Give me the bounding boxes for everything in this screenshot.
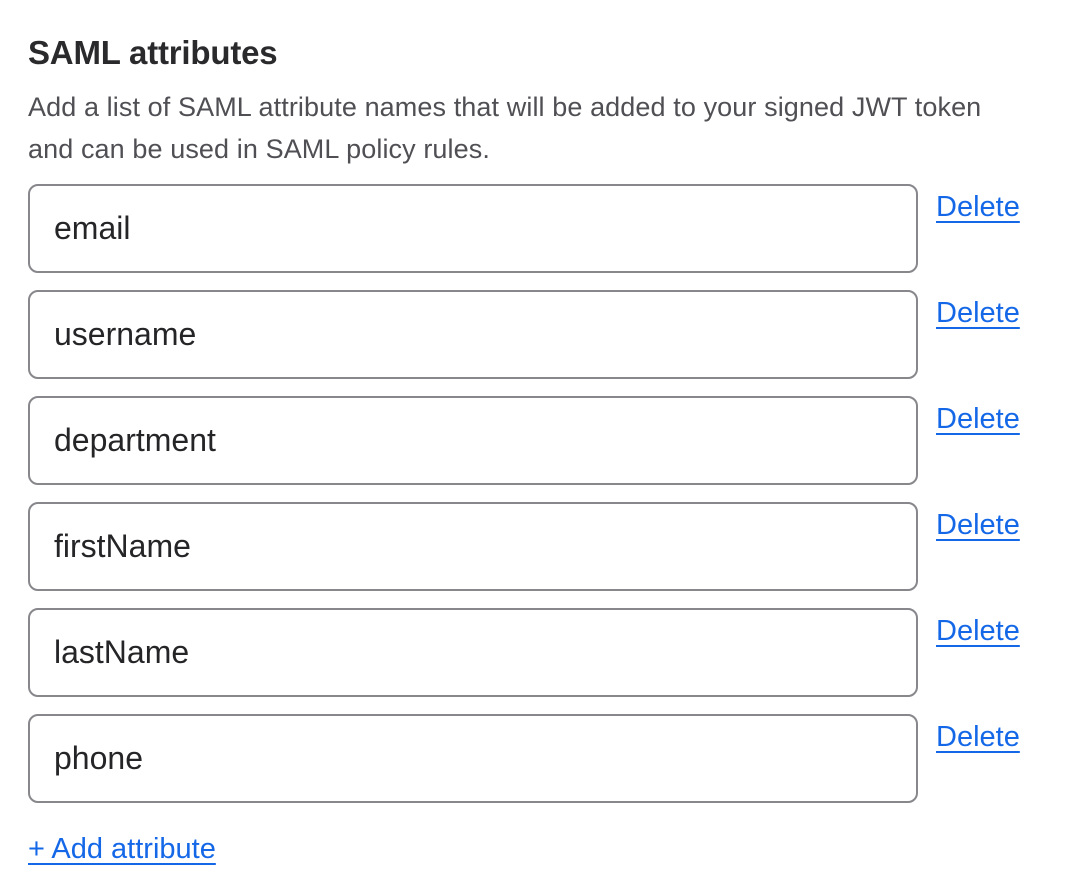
- description-line-2: and can be used in SAML policy rules.: [28, 134, 490, 164]
- attribute-name-input[interactable]: [28, 290, 918, 379]
- attribute-row: Delete: [28, 396, 1066, 485]
- page-title: SAML attributes: [28, 32, 1066, 73]
- attribute-name-input[interactable]: [28, 714, 918, 803]
- delete-attribute-link[interactable]: Delete: [936, 190, 1020, 224]
- saml-attributes-section: SAML attributes Add a list of SAML attri…: [0, 0, 1066, 866]
- attribute-name-input[interactable]: [28, 184, 918, 273]
- attribute-name-input[interactable]: [28, 396, 918, 485]
- delete-attribute-link[interactable]: Delete: [936, 720, 1020, 754]
- attribute-row: Delete: [28, 184, 1066, 273]
- attribute-list: Delete Delete Delete Delete Delete Delet…: [28, 184, 1066, 803]
- attribute-row: Delete: [28, 608, 1066, 697]
- delete-attribute-link[interactable]: Delete: [936, 508, 1020, 542]
- attribute-name-input[interactable]: [28, 608, 918, 697]
- attribute-name-input[interactable]: [28, 502, 918, 591]
- attribute-row: Delete: [28, 502, 1066, 591]
- section-description: Add a list of SAML attribute names that …: [28, 86, 1066, 170]
- attribute-row: Delete: [28, 290, 1066, 379]
- delete-attribute-link[interactable]: Delete: [936, 296, 1020, 330]
- attribute-row: Delete: [28, 714, 1066, 803]
- description-line-1: Add a list of SAML attribute names that …: [28, 92, 981, 122]
- delete-attribute-link[interactable]: Delete: [936, 614, 1020, 648]
- add-attribute-link[interactable]: + Add attribute: [28, 832, 216, 866]
- delete-attribute-link[interactable]: Delete: [936, 402, 1020, 436]
